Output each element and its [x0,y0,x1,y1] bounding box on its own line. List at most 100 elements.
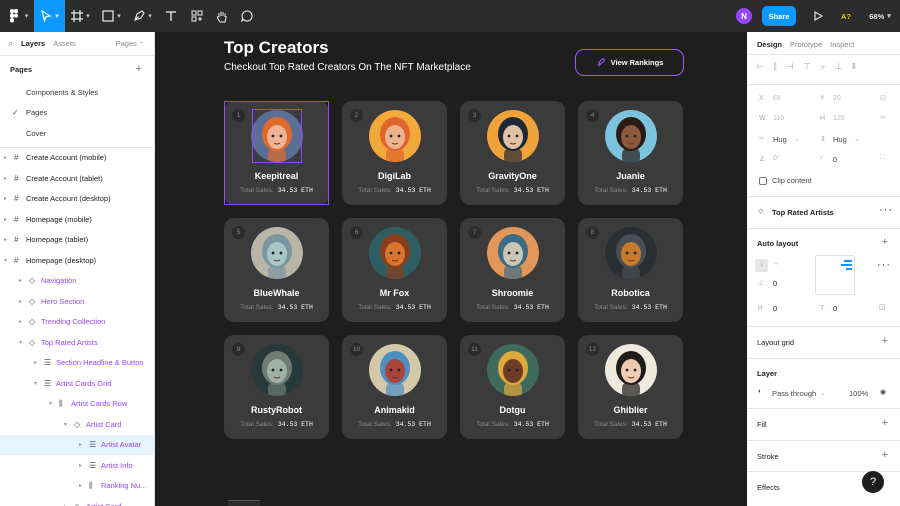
chevron-right-icon[interactable]: ▸ [79,441,82,448]
layer-item[interactable]: ▸◇Artist Card [0,496,154,506]
artist-card[interactable]: 12 Ghiblier Total Sales: 34.53 ETH [578,335,683,439]
share-button[interactable]: Share [762,6,796,26]
layer-item[interactable]: ▸ ◇ Navigation [0,271,154,292]
chevron-right-icon[interactable]: ▸ [79,462,82,469]
chevron-right-icon[interactable]: ▸ [34,359,37,366]
tab-inspect[interactable]: Inspect [830,40,854,49]
y-field[interactable]: 20 [833,95,841,102]
auto-layout-add-icon[interactable]: + [882,236,888,248]
main-menu-button[interactable]: ▾ [0,0,34,32]
alignment-grid[interactable] [815,255,855,295]
layer-item[interactable]: ▸ # Create Account (tablet) [0,168,154,189]
page-item[interactable]: ✓ Pages [0,103,154,124]
direction-vertical-icon[interactable]: ↓ [755,259,768,272]
shape-tool-button[interactable]: ▾ [96,0,127,32]
layer-item[interactable]: ▾ ◇ Artist Card [0,414,154,435]
chevron-right-icon[interactable]: ▸ [4,216,7,223]
layer-item[interactable]: ▸ # Create Account (desktop) [0,189,154,210]
layer-item[interactable]: ▸ # Homepage (mobile) [0,209,154,230]
layer-item[interactable]: ▾ # Homepage (desktop) [0,250,154,271]
chevron-down-icon[interactable]: ▾ [4,257,7,264]
align-right-icon[interactable]: ⊣ [787,62,794,72]
layer-item[interactable]: ▸ # Homepage (tablet) [0,230,154,251]
align-center-h-icon[interactable]: ⫿ [774,62,777,72]
artist-card[interactable]: 10 Animakid Total Sales: 34.53 ETH [342,335,447,439]
chevron-down-icon[interactable]: ▾ [19,339,22,346]
blend-mode-select[interactable]: Pass through [772,389,816,398]
search-icon[interactable]: ⌕ [8,38,13,49]
hug-height-select[interactable]: Hug [833,135,847,144]
chevron-down-icon[interactable]: ▾ [34,380,37,387]
hug-width-select[interactable]: Hug [773,135,787,144]
layer-item[interactable]: ▸ # Create Account (mobile) [0,148,154,169]
artist-card[interactable]: 8 Robotica Total Sales: 34.53 ETH [578,218,683,322]
artist-card[interactable]: 2 DigiLab Total Sales: 34.53 ETH [342,101,447,205]
padding-horizontal-field[interactable]: 0 [773,304,777,313]
tab-design[interactable]: Design [757,40,782,49]
distribute-icon[interactable]: ⫴ [852,62,855,72]
x-field[interactable]: 65 [773,95,781,102]
stroke-add-icon[interactable]: + [882,449,888,461]
align-top-icon[interactable]: ⊤ [804,62,811,72]
artist-card[interactable]: 3 GravityOne Total Sales: 34.53 ETH [460,101,565,205]
chevron-right-icon[interactable]: ▸ [4,154,7,161]
lock-ratio-icon[interactable]: ∞ [880,114,885,121]
tab-assets[interactable]: Assets [53,39,76,48]
add-page-icon[interactable]: + [136,63,142,75]
constraints-icon[interactable]: ⊡ [880,94,886,102]
chevron-right-icon[interactable]: ▸ [19,277,22,284]
tab-layers[interactable]: Layers [21,39,45,48]
artist-card[interactable]: 9 RustyRobot Total Sales: 34.53 ETH [224,335,329,439]
pen-tool-button[interactable]: ▾ [127,0,158,32]
layer-item[interactable]: ▾ ☰ Artist Cards Grid [0,373,154,394]
layout-grid-add-icon[interactable]: + [882,335,888,347]
auto-layout-more-icon[interactable]: ··· [877,259,891,271]
radius-field[interactable]: 0 [833,155,837,164]
pages-toggle[interactable]: Pages ⌃ [116,39,144,48]
hand-tool-button[interactable] [209,0,234,32]
h-field[interactable]: 120 [833,115,845,122]
user-avatar[interactable]: N [736,8,752,24]
text-tool-button[interactable] [158,0,184,32]
layer-item[interactable]: ▾ ⫼ Artist Cards Row [0,394,154,415]
w-field[interactable]: 110 [773,115,784,122]
page-item[interactable]: Cover [0,123,154,144]
missing-fonts-button[interactable]: A? [832,0,860,32]
chevron-right-icon[interactable]: ▸ [19,298,22,305]
artist-card[interactable]: 7 Shroomie Total Sales: 34.53 ETH [460,218,565,322]
padding-vertical-field[interactable]: 0 [833,304,837,313]
layer-item[interactable]: ▸ ◇ Hero Section [0,291,154,312]
artist-card[interactable]: 11 Dotgu Total Sales: 34.53 ETH [460,335,565,439]
chevron-right-icon[interactable]: ▸ [4,236,7,243]
layer-item[interactable]: ▸ ◇ Trending Collection [0,312,154,333]
rotation-field[interactable]: 0° [773,155,780,162]
canvas[interactable]: Top Creators Checkout Top Rated Creators… [174,32,733,506]
artist-card[interactable]: 5 BlueWhale Total Sales: 34.53 ETH [224,218,329,322]
align-center-v-icon[interactable]: ⫟ [820,62,825,72]
component-name[interactable]: Top Rated Artists [772,208,834,217]
spacing-field[interactable]: 0 [773,279,777,288]
resources-button[interactable] [184,0,209,32]
artist-card[interactable]: 4 Juanie Total Sales: 34.53 ETH [578,101,683,205]
zoom-menu[interactable]: 68% ▾ [860,0,900,32]
chevron-down-icon[interactable]: ▾ [64,421,67,428]
layer-item[interactable]: ▸ ⫼ Ranking Nu... [0,476,154,497]
view-rankings-button[interactable]: View Rankings [575,49,684,76]
frame-tool-button[interactable]: ▾ [65,0,96,32]
visibility-eye-icon[interactable]: ◉ [880,388,886,396]
present-button[interactable] [804,0,832,32]
artist-card[interactable]: 6 Mr Fox Total Sales: 34.53 ETH [342,218,447,322]
chevron-down-icon[interactable]: ▾ [49,400,52,407]
fill-add-icon[interactable]: + [882,417,888,429]
clip-content-checkbox[interactable] [759,177,767,185]
comment-tool-button[interactable] [234,0,259,32]
align-bottom-icon[interactable]: ⊥ [835,62,842,72]
layer-item[interactable]: ▸ ☰ Artist Avatar [0,434,154,455]
chevron-right-icon[interactable]: ▸ [19,318,22,325]
independent-corners-icon[interactable]: ⛶ [880,154,885,162]
layer-item[interactable]: ▸ ☰ Section Headline & Button [0,353,154,374]
chevron-right-icon[interactable]: ▸ [79,482,82,489]
page-item[interactable]: Components & Styles [0,82,154,103]
tab-prototype[interactable]: Prototype [790,40,822,49]
layer-item[interactable]: ▸ ☰ Artist Info [0,455,154,476]
